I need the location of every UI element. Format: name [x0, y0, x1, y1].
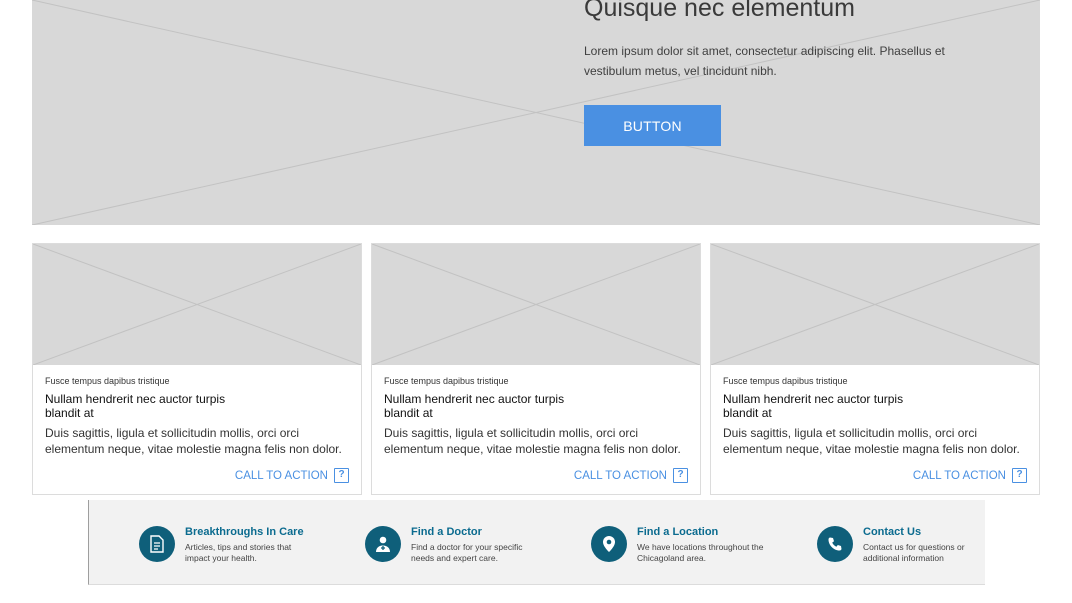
- card-body: Duis sagittis, ligula et sollicitudin mo…: [45, 426, 342, 456]
- quick-link-breakthroughs[interactable]: Breakthroughs In Care Articles, tips and…: [139, 526, 315, 564]
- card-cta-label: CALL TO ACTION: [573, 469, 667, 482]
- hero-button[interactable]: BUTTON: [584, 105, 721, 146]
- document-icon: [139, 526, 175, 562]
- question-icon: ?: [673, 468, 688, 483]
- card-cta-link[interactable]: CALL TO ACTION ?: [574, 468, 688, 483]
- quick-link-desc: Find a doctor for your specific needs an…: [411, 542, 523, 563]
- quick-links-bar: Breakthroughs In Care Articles, tips and…: [88, 500, 985, 585]
- question-icon: ?: [1012, 468, 1027, 483]
- quick-link-title: Find a Location: [637, 526, 719, 538]
- card-title: Nullam hendrerit nec auctor turpis bland…: [384, 392, 565, 420]
- quick-link-find-location[interactable]: Find a Location We have locations throug…: [591, 526, 767, 564]
- quick-link-contact-us[interactable]: Contact Us Contact us for questions or a…: [817, 526, 993, 564]
- card-title: Nullam hendrerit nec auctor turpis bland…: [723, 392, 904, 420]
- doctor-icon: [365, 526, 401, 562]
- card-placeholder-image: [372, 244, 700, 365]
- quick-link-desc: Articles, tips and stories that impact y…: [185, 542, 292, 563]
- quick-link-title: Find a Doctor: [411, 526, 482, 538]
- card-cta-label: CALL TO ACTION: [912, 469, 1006, 482]
- card-placeholder-image: [33, 244, 361, 365]
- location-pin-icon: [591, 526, 627, 562]
- quick-link-desc: We have locations throughout the Chicago…: [637, 542, 764, 563]
- card-eyebrow: Fusce tempus dapibus tristique: [45, 376, 170, 386]
- quick-link-desc: Contact us for questions or additional i…: [863, 542, 965, 563]
- card-1: Fusce tempus dapibus tristique Nullam he…: [32, 243, 362, 495]
- card-eyebrow: Fusce tempus dapibus tristique: [723, 376, 848, 386]
- card-title: Nullam hendrerit nec auctor turpis bland…: [45, 392, 226, 420]
- hero-banner: Quisque nec elementum Lorem ipsum dolor …: [32, 0, 1040, 225]
- hero-title: Quisque nec elementum: [584, 0, 855, 22]
- card-2: Fusce tempus dapibus tristique Nullam he…: [371, 243, 701, 495]
- card-body: Duis sagittis, ligula et sollicitudin mo…: [384, 426, 681, 456]
- hero-placeholder-image: [32, 0, 1040, 225]
- card-cta-link[interactable]: CALL TO ACTION ?: [913, 468, 1027, 483]
- card-cta-link[interactable]: CALL TO ACTION ?: [235, 468, 349, 483]
- card-cta-label: CALL TO ACTION: [234, 469, 328, 482]
- hero-text: Lorem ipsum dolor sit amet, consectetur …: [584, 44, 945, 78]
- card-body: Duis sagittis, ligula et sollicitudin mo…: [723, 426, 1020, 456]
- quick-link-find-doctor[interactable]: Find a Doctor Find a doctor for your spe…: [365, 526, 541, 564]
- quick-link-title: Breakthroughs In Care: [185, 526, 304, 538]
- question-icon: ?: [334, 468, 349, 483]
- quick-link-title: Contact Us: [863, 526, 922, 538]
- card-eyebrow: Fusce tempus dapibus tristique: [384, 376, 509, 386]
- card-placeholder-image: [711, 244, 1039, 365]
- phone-icon: [817, 526, 853, 562]
- card-3: Fusce tempus dapibus tristique Nullam he…: [710, 243, 1040, 495]
